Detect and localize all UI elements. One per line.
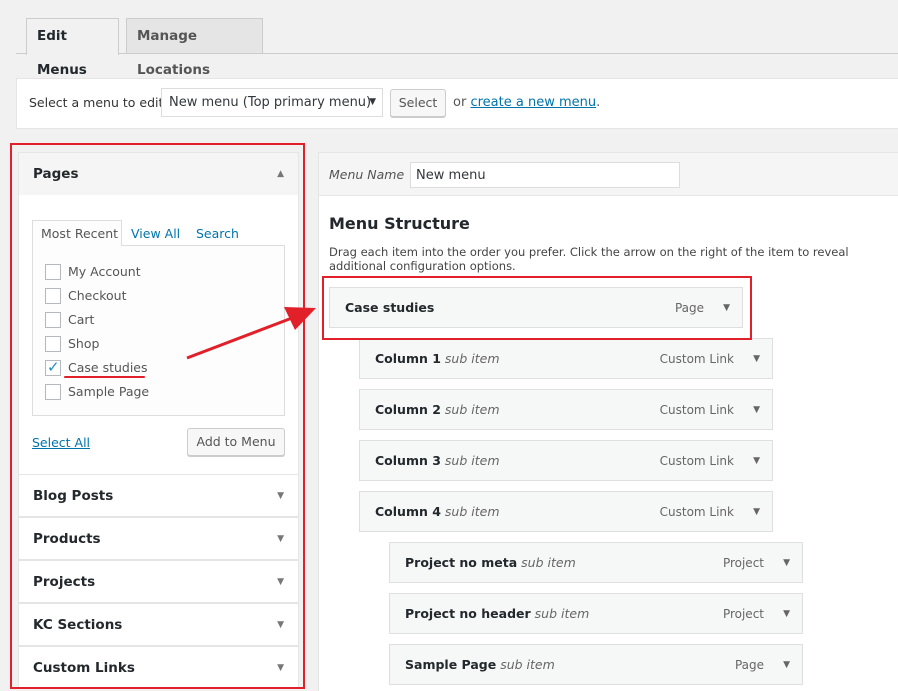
- arrow-shaft: [186, 316, 293, 360]
- annotation-arrow: [186, 307, 316, 360]
